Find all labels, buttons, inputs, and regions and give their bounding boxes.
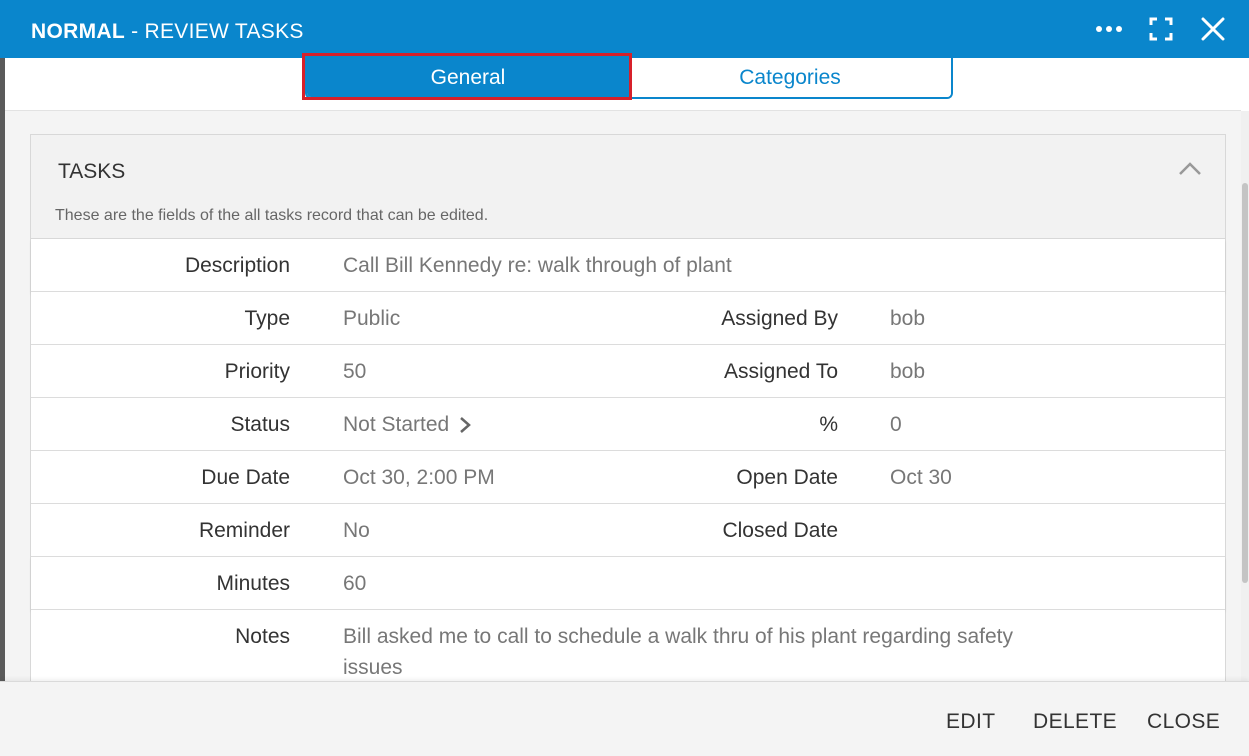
panel-subtitle: These are the fields of the all tasks re… (55, 207, 489, 224)
description-label: Description (184, 254, 290, 277)
open-date-value: Oct 30 (890, 466, 952, 489)
title-bar: NORMAL - REVIEW TASKS (0, 0, 1249, 58)
chevron-up-icon[interactable] (1177, 159, 1203, 179)
due-date-value: Oct 30, 2:00 PM (343, 466, 495, 489)
row-minutes: Minutes 60 (31, 557, 1225, 610)
notes-value: Bill asked me to call to schedule a walk… (343, 625, 1014, 679)
title-text: REVIEW TASKS (144, 20, 304, 43)
percent-value: 0 (890, 413, 902, 436)
assigned-by-label: Assigned By (721, 307, 838, 330)
assigned-to-value: bob (890, 360, 926, 383)
due-date-label: Due Date (201, 466, 290, 489)
status-value: Not Started (343, 413, 450, 436)
panel-title: TASKS (58, 160, 126, 183)
status-link[interactable]: Not Started (343, 413, 472, 437)
row-priority: Priority 50 Assigned To bob (31, 345, 1225, 398)
more-icon[interactable] (1092, 14, 1126, 44)
percent-label: % (819, 413, 838, 436)
priority-label: Priority (224, 360, 290, 383)
scrollbar[interactable] (1241, 111, 1249, 681)
tab-categories[interactable]: Categories (629, 58, 951, 97)
scrollbar-thumb[interactable] (1242, 183, 1248, 583)
open-date-label: Open Date (736, 466, 838, 489)
edit-button[interactable]: EDIT (946, 710, 995, 734)
tab-bar: General Categories (5, 58, 1241, 111)
type-value: Public (343, 307, 401, 330)
minutes-label: Minutes (216, 572, 290, 595)
dialog-footer: EDIT DELETE CLOSE (0, 681, 1249, 756)
reminder-label: Reminder (198, 519, 290, 542)
title-separator: - (124, 20, 145, 43)
assigned-to-label: Assigned To (723, 360, 838, 383)
notes-label: Notes (235, 625, 290, 648)
review-tasks-dialog: NORMAL - REVIEW TASKS General Categories… (0, 0, 1249, 756)
panel-header: TASKS These are the fields of the all ta… (31, 135, 1225, 239)
row-due-date: Due Date Oct 30, 2:00 PM Open Date Oct 3… (31, 451, 1225, 504)
close-button[interactable]: CLOSE (1147, 710, 1220, 734)
row-reminder: Reminder No Closed Date (31, 504, 1225, 557)
assigned-by-value: bob (890, 307, 926, 330)
dialog-title: NORMAL - REVIEW TASKS (31, 20, 304, 44)
chevron-right-icon (460, 417, 472, 433)
delete-button[interactable]: DELETE (1033, 710, 1117, 734)
minutes-value: 60 (343, 572, 367, 595)
row-type: Type Public Assigned By bob (31, 292, 1225, 345)
content-area: TASKS These are the fields of the all ta… (5, 111, 1241, 681)
priority-value: 50 (343, 360, 367, 383)
type-label: Type (244, 307, 290, 330)
close-icon[interactable] (1196, 14, 1230, 44)
description-value: Call Bill Kennedy re: walk through of pl… (343, 254, 732, 277)
closed-date-label: Closed Date (722, 519, 838, 542)
row-description: Description Call Bill Kennedy re: walk t… (31, 239, 1225, 292)
fullscreen-icon[interactable] (1144, 14, 1178, 44)
row-status: Status Not Started % 0 (31, 398, 1225, 451)
mode-label: NORMAL (31, 20, 125, 43)
status-label: Status (230, 413, 290, 436)
reminder-value: No (343, 519, 370, 542)
tasks-panel: TASKS These are the fields of the all ta… (30, 134, 1226, 681)
tab-general[interactable]: General (307, 58, 629, 97)
tab-group: General Categories (305, 58, 953, 99)
row-notes: Notes Bill asked me to call to schedule … (31, 610, 1225, 681)
